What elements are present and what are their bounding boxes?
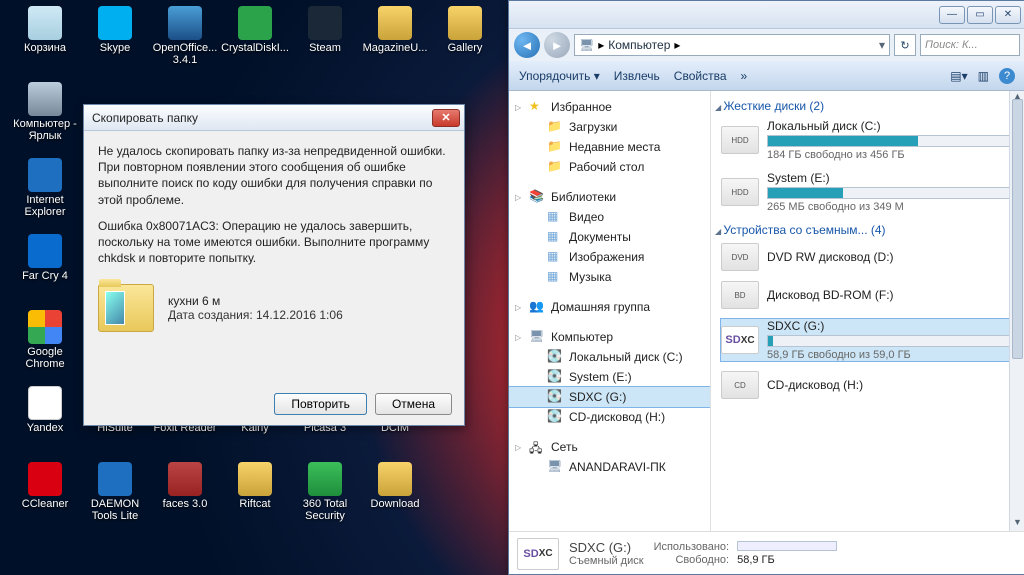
explorer-navpane: ★Избранное📁Загрузки📁Недавние места📁Рабоч… xyxy=(509,91,711,531)
retry-button[interactable]: Повторить xyxy=(274,393,367,415)
dialog-message-1: Не удалось скопировать папку из-за непре… xyxy=(98,143,450,208)
folder-icon xyxy=(98,284,154,332)
view-icons-button[interactable]: ▤▾ xyxy=(950,69,967,83)
dialog-message-2: Ошибка 0x80071AC3: Операцию не удалось з… xyxy=(98,218,450,267)
nav-head[interactable]: 🖥Компьютер xyxy=(509,327,710,347)
desktop-icon-farcry4[interactable]: Far Cry 4 xyxy=(10,234,80,306)
breadcrumb-chevron: ▸ xyxy=(674,38,680,52)
breadcrumb-chevron: ▸ xyxy=(598,38,604,52)
desktop-icon-gallery[interactable]: Gallery xyxy=(430,6,500,78)
desktop-icon-chrome[interactable]: Google Chrome xyxy=(10,310,80,382)
free-label: Свободно: xyxy=(654,554,730,566)
dialog-close-button[interactable]: ✕ xyxy=(432,109,460,127)
desktop-icon-skype[interactable]: Skype xyxy=(80,6,150,78)
desktop-icon-openoffice[interactable]: OpenOffice... 3.4.1 xyxy=(150,6,220,78)
details-subtitle: Съемный диск xyxy=(569,555,644,567)
address-bar[interactable]: 🖥 ▸ Компьютер ▸ ▾ xyxy=(574,34,890,56)
nav-item[interactable]: 🖥ANANDARAVI-ПК xyxy=(509,457,710,477)
drive-item[interactable]: HDD System (E:) 265 МБ свободно из 349 М xyxy=(721,171,1019,213)
desktop-icon-steam[interactable]: Steam xyxy=(290,6,360,78)
refresh-button[interactable]: ↻ xyxy=(894,34,916,56)
folder-name: кухни 6 м xyxy=(168,294,343,308)
details-title: SDXC (G:) xyxy=(569,540,644,555)
category-removable[interactable]: Устройства со съемным... (4) xyxy=(715,223,1019,237)
drive-item[interactable]: DVDDVD RW дисковод (D:) xyxy=(721,243,1019,271)
preview-pane-button[interactable]: ▥ xyxy=(978,69,989,83)
nav-item[interactable]: 💽System (E:) xyxy=(509,367,710,387)
cancel-button[interactable]: Отмена xyxy=(375,393,452,415)
desktop-icon-download[interactable]: Download xyxy=(360,462,430,534)
explorer-content: Жесткие диски (2) HDD Локальный диск (C:… xyxy=(711,91,1024,531)
used-label: Использовано: xyxy=(654,541,730,554)
desktop-icon-recycle-bin[interactable]: Корзина xyxy=(10,6,80,78)
explorer-details-pane: SDXC SDXC (G:) Съемный диск Использовано… xyxy=(509,531,1024,575)
help-button[interactable]: ? xyxy=(999,68,1015,84)
explorer-window: — ▭ ✕ ◄ ► 🖥 ▸ Компьютер ▸ ▾ ↻ Поиск: К..… xyxy=(508,0,1024,575)
nav-item[interactable]: ▦Изображения xyxy=(509,247,710,267)
extract-button[interactable]: Извлечь xyxy=(614,69,660,83)
copy-folder-dialog: Скопировать папку ✕ Не удалось скопирова… xyxy=(83,104,465,426)
back-button[interactable]: ◄ xyxy=(514,32,540,58)
computer-icon: 🖥 xyxy=(579,38,594,52)
nav-item[interactable]: 📁Загрузки xyxy=(509,117,710,137)
search-input[interactable]: Поиск: К... xyxy=(920,34,1020,56)
desktop-icon-360ts[interactable]: 360 Total Security xyxy=(290,462,360,534)
desktop-icon-ie[interactable]: Internet Explorer xyxy=(10,158,80,230)
nav-head[interactable]: ★Избранное xyxy=(509,97,710,117)
drive-item[interactable]: HDD Локальный диск (C:) 184 ГБ свободно … xyxy=(721,119,1019,161)
nav-item[interactable]: 📁Недавние места xyxy=(509,137,710,157)
nav-item[interactable]: 📁Рабочий стол xyxy=(509,157,710,177)
explorer-titlebar[interactable]: — ▭ ✕ xyxy=(509,1,1024,29)
desktop-icon-crystaldisk[interactable]: CrystalDiskI... xyxy=(220,6,290,78)
desktop-icon-daemon[interactable]: DAEMON Tools Lite xyxy=(80,462,150,534)
nav-head[interactable]: 📚Библиотеки xyxy=(509,187,710,207)
content-scrollbar[interactable]: ▲▼ xyxy=(1009,91,1024,531)
desktop-icon-computer-shortcut[interactable]: Компьютер - Ярлык xyxy=(10,82,80,154)
breadcrumb-location[interactable]: Компьютер xyxy=(608,38,670,52)
nav-item[interactable]: ▦Видео xyxy=(509,207,710,227)
dialog-title-text: Скопировать папку xyxy=(92,111,198,125)
nav-head[interactable]: 🖧Сеть xyxy=(509,437,710,457)
toolbar-overflow[interactable]: » xyxy=(741,69,748,83)
desktop-icon-ccleaner[interactable]: CCleaner xyxy=(10,462,80,534)
nav-item[interactable]: ▦Документы xyxy=(509,227,710,247)
nav-head[interactable]: 👥Домашняя группа xyxy=(509,297,710,317)
drive-item[interactable]: SDXCSDXC (G:) 58,9 ГБ свободно из 59,0 Г… xyxy=(721,319,1019,361)
drive-item[interactable]: BDДисковод BD-ROM (F:) xyxy=(721,281,1019,309)
nav-item[interactable]: 💽Локальный диск (C:) xyxy=(509,347,710,367)
minimize-button[interactable]: — xyxy=(939,6,965,24)
properties-button[interactable]: Свойства xyxy=(674,69,727,83)
drive-item[interactable]: CDCD-дисковод (H:) xyxy=(721,371,1019,399)
explorer-toolbar: Упорядочить ▾ Извлечь Свойства » ▤▾ ▥ ? xyxy=(509,61,1024,91)
forward-button[interactable]: ► xyxy=(544,32,570,58)
desktop-icon-magazine[interactable]: MagazineU... xyxy=(360,6,430,78)
nav-item[interactable]: 💽CD-дисковод (H:) xyxy=(509,407,710,427)
explorer-address-row: ◄ ► 🖥 ▸ Компьютер ▸ ▾ ↻ Поиск: К... xyxy=(509,29,1024,61)
free-value: 58,9 ГБ xyxy=(737,554,837,566)
category-hard-drives[interactable]: Жесткие диски (2) xyxy=(715,99,1019,113)
address-dropdown-icon[interactable]: ▾ xyxy=(879,38,885,52)
desktop-icon-faces[interactable]: faces 3.0 xyxy=(150,462,220,534)
nav-item[interactable]: 💽SDXC (G:) xyxy=(509,387,710,407)
nav-item[interactable]: ▦Музыка xyxy=(509,267,710,287)
close-button[interactable]: ✕ xyxy=(995,6,1021,24)
organize-menu[interactable]: Упорядочить ▾ xyxy=(519,69,600,83)
desktop-icon-riftcat[interactable]: Riftcat xyxy=(220,462,290,534)
maximize-button[interactable]: ▭ xyxy=(967,6,993,24)
desktop-icon-yandex[interactable]: Yandex xyxy=(10,386,80,458)
dialog-titlebar[interactable]: Скопировать папку ✕ xyxy=(84,105,464,131)
sdxc-icon: SDXC xyxy=(517,538,559,570)
folder-date: Дата создания: 14.12.2016 1:06 xyxy=(168,308,343,322)
